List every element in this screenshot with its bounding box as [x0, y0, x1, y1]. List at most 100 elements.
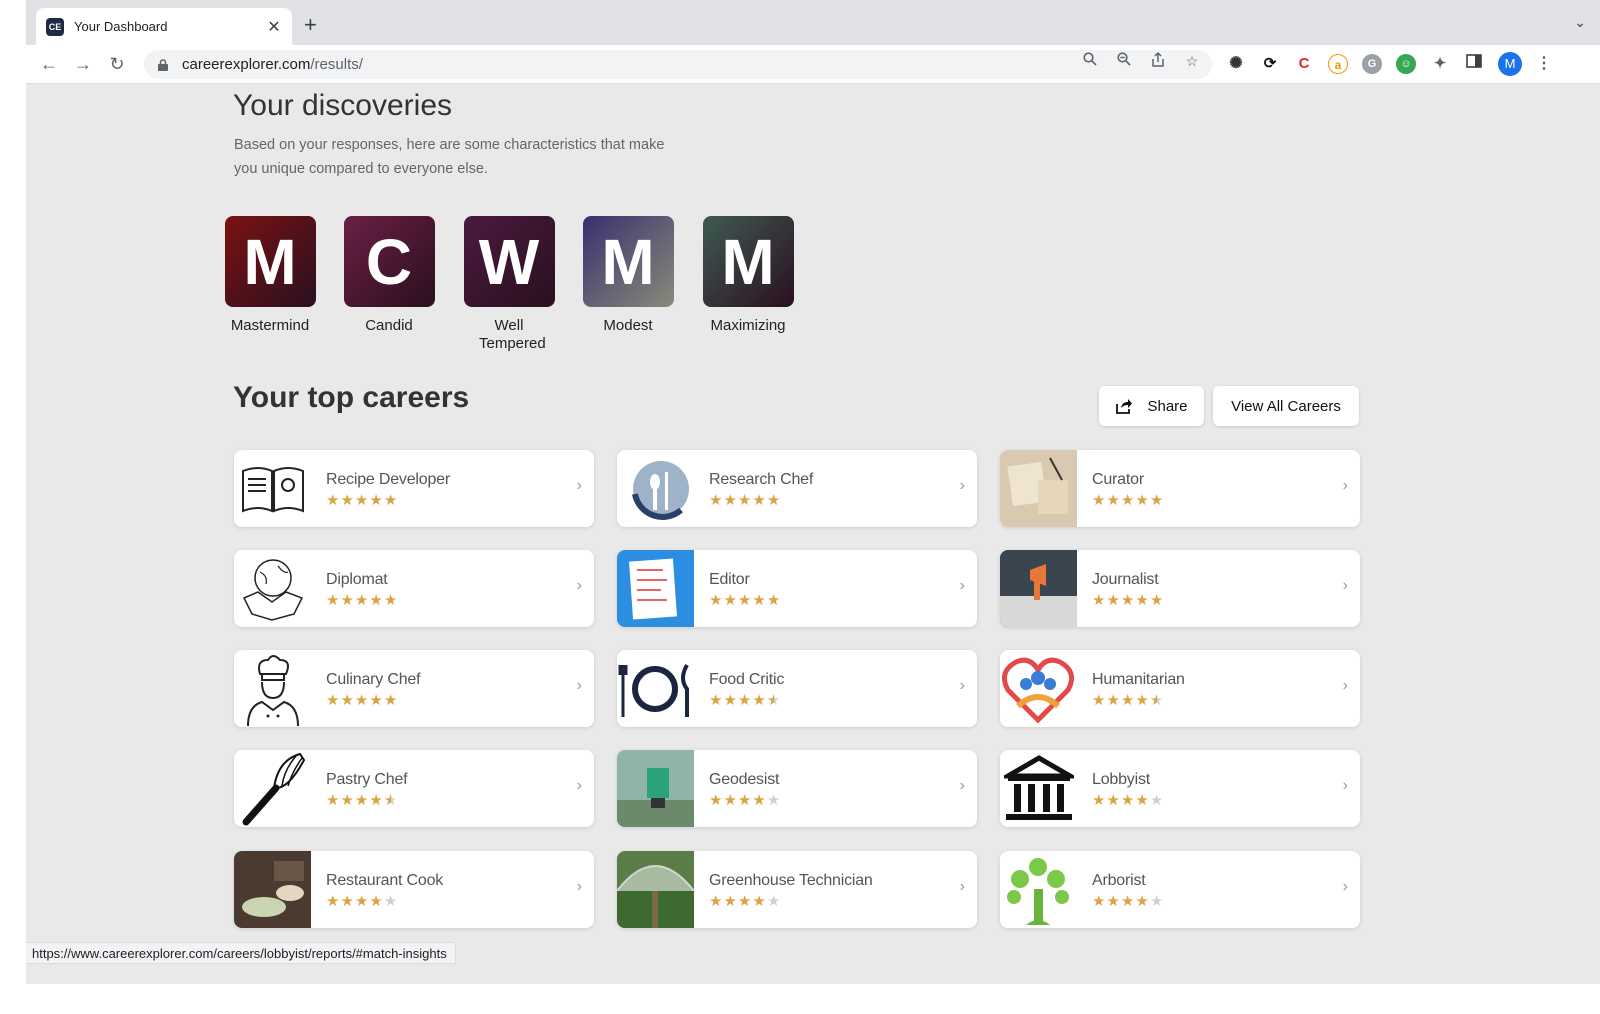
star-icon: ★ — [1106, 893, 1121, 910]
career-card[interactable]: Journalist ★★★★★ › — [1000, 550, 1360, 627]
star-icon: ★ — [1092, 692, 1107, 709]
star-icon: ★ — [1106, 592, 1121, 609]
star-icon: ★ — [1120, 592, 1136, 609]
document-icon — [617, 550, 694, 627]
chevron-right-icon: › — [1342, 878, 1348, 895]
career-card[interactable]: Humanitarian ★★★★★ › — [1000, 650, 1360, 727]
career-photo — [234, 851, 311, 928]
career-card[interactable]: Editor ★★★★★ › — [617, 550, 977, 627]
trait-badge: M — [702, 216, 794, 307]
star-rating: ★★★★★ — [1092, 791, 1164, 809]
career-card[interactable]: Food Critic ★★★★★ › — [617, 650, 977, 727]
career-name: Pastry Chef — [326, 771, 408, 788]
star-icon: ★ — [1120, 893, 1136, 910]
star-icon: ★ — [340, 893, 355, 910]
back-icon[interactable]: ← — [38, 53, 60, 75]
extensions-puzzle-icon[interactable]: ✦ — [1430, 54, 1450, 74]
tab-list-chevron-icon[interactable]: ⌄ — [1574, 14, 1586, 31]
career-card[interactable]: Culinary Chef ★★★★★ › — [234, 650, 594, 727]
career-card[interactable]: Restaurant Cook ★★★★★ › — [234, 851, 594, 928]
share-page-icon[interactable] — [1149, 51, 1167, 70]
career-card[interactable]: Curator ★★★★★ › — [1000, 450, 1360, 527]
extension-amazon-icon[interactable]: a — [1328, 54, 1348, 74]
trait-item[interactable]: W Well Tempered — [453, 216, 565, 353]
trait-item[interactable]: M Mastermind — [214, 216, 326, 335]
address-bar[interactable]: careerexplorer.com/results/ — [144, 50, 1212, 79]
chevron-right-icon: › — [959, 477, 965, 494]
share-button[interactable]: Share — [1099, 386, 1204, 426]
url-host: careerexplorer.com — [182, 56, 311, 73]
star-rating: ★★★★★ — [709, 892, 781, 910]
reload-icon[interactable]: ↻ — [106, 53, 128, 75]
share-label: Share — [1147, 397, 1188, 415]
heart-people-icon — [1000, 650, 1077, 727]
star-icon: ★ — [1149, 492, 1165, 509]
career-card[interactable]: Recipe Developer ★★★★★ › — [234, 450, 594, 527]
extension-sun-icon[interactable]: ✺ — [1226, 54, 1246, 74]
fork-spoon-icon — [617, 450, 694, 527]
star-icon: ★ — [766, 792, 782, 809]
star-icon: ★ — [354, 692, 370, 709]
star-icon: ★ — [383, 893, 399, 910]
forward-icon[interactable]: → — [72, 53, 94, 75]
chevron-right-icon: › — [959, 777, 965, 794]
star-icon: ★ — [1106, 492, 1121, 509]
star-rating: ★★★★★ — [326, 691, 398, 709]
career-name: Greenhouse Technician — [709, 872, 873, 889]
career-card[interactable]: Pastry Chef ★★★★★ › — [234, 750, 594, 827]
star-icon: ★ — [766, 592, 782, 609]
star-icon: ★ — [326, 792, 341, 809]
page-content: Your discoveries Based on your responses… — [26, 85, 1600, 984]
trait-badge: M — [582, 216, 674, 307]
trait-label: Candid — [365, 317, 413, 334]
chevron-right-icon: › — [959, 677, 965, 694]
tab-close-icon[interactable]: ✕ — [266, 17, 282, 37]
extension-sync-icon[interactable]: ⟳ — [1260, 54, 1280, 74]
star-icon: ★ — [709, 492, 724, 509]
star-icon: ★ — [326, 592, 341, 609]
career-card[interactable]: Arborist ★★★★★ › — [1000, 851, 1360, 928]
search-icon[interactable] — [1081, 52, 1099, 70]
star-icon: ★ — [766, 893, 782, 910]
star-rating: ★★★★★ — [709, 691, 781, 709]
chevron-right-icon: › — [576, 477, 582, 494]
career-card[interactable]: Research Chef ★★★★★ › — [617, 450, 977, 527]
star-icon: ★ — [1120, 692, 1136, 709]
star-icon: ★ — [369, 792, 384, 809]
star-icon: ★ — [354, 893, 370, 910]
bookmark-star-icon[interactable]: ☆ — [1183, 52, 1201, 70]
star-icon: ★ — [383, 492, 399, 509]
tab-your-dashboard[interactable]: CE Your Dashboard ✕ — [36, 8, 292, 45]
star-rating: ★★★★★ — [709, 791, 781, 809]
star-rating: ★★★★★ — [326, 892, 398, 910]
extension-green-icon[interactable]: ☺ — [1396, 54, 1416, 74]
star-icon: ★ — [723, 692, 738, 709]
star-icon: ★ — [340, 792, 355, 809]
extension-red-c-icon[interactable]: C — [1294, 54, 1314, 74]
zoom-out-icon[interactable] — [1115, 52, 1133, 70]
view-all-careers-button[interactable]: View All Careers — [1213, 386, 1359, 426]
chef-icon — [234, 650, 311, 727]
career-card[interactable]: Lobbyist ★★★★★ › — [1000, 750, 1360, 827]
url-path: /results/ — [310, 56, 363, 73]
new-tab-icon[interactable]: + — [304, 14, 317, 36]
trait-item[interactable]: M Maximizing — [692, 216, 804, 335]
star-icon: ★ — [752, 592, 767, 609]
career-card[interactable]: Greenhouse Technician ★★★★★ › — [617, 851, 977, 928]
star-icon: ★ — [766, 492, 782, 509]
career-card[interactable]: Geodesist ★★★★★ › — [617, 750, 977, 827]
trait-item[interactable]: M Modest — [572, 216, 684, 335]
career-card[interactable]: Diplomat ★★★★★ › — [234, 550, 594, 627]
extension-grammarly-icon[interactable]: G — [1362, 54, 1382, 74]
browser-toolbar: ← → ↻ careerexplorer.com/results/ ☆ ✺ ⟳ … — [26, 45, 1600, 84]
profile-avatar[interactable]: M — [1498, 52, 1522, 76]
side-panel-icon[interactable] — [1464, 54, 1484, 74]
chevron-right-icon: › — [1342, 577, 1348, 594]
star-icon: ★ — [723, 492, 738, 509]
browser-menu-icon[interactable]: ⋮ — [1534, 54, 1554, 74]
trait-label: Mastermind — [230, 317, 310, 334]
trait-label: Modest — [603, 317, 653, 334]
star-icon: ★ — [340, 692, 355, 709]
trait-item[interactable]: C Candid — [333, 216, 445, 335]
star-icon: ★ — [1149, 692, 1165, 709]
